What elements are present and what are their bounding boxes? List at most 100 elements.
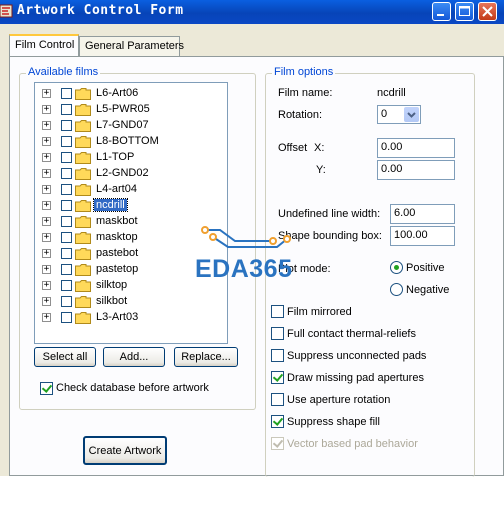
offset-label: Offset (278, 142, 308, 154)
tree-item-l7-gnd07[interactable]: + L7-GND07 (35, 118, 227, 134)
tree-item-l3-art03[interactable]: + L3-Art03 (35, 310, 227, 326)
watermark-text: EDA365 (195, 255, 293, 283)
plus-expander-icon[interactable]: + (42, 281, 51, 290)
tree-item-checkbox[interactable] (61, 152, 72, 163)
minimize-button[interactable] (432, 2, 451, 21)
tree-item-label: pastebot (96, 247, 139, 259)
dropdown-button[interactable] (404, 107, 419, 122)
rotation-select[interactable]: 0 (377, 105, 421, 124)
vector-based-pad-behavior-checkbox (271, 437, 284, 450)
rotation-label: Rotation: (278, 109, 323, 121)
title-bar[interactable]: Artwork Control Form (0, 0, 504, 24)
tree-item-label: silkbot (96, 295, 128, 307)
add-button[interactable]: Add... (103, 347, 165, 367)
folder-icon (75, 88, 91, 100)
tree-item-label: masktop (96, 231, 138, 243)
tab-general-parameters[interactable]: General Parameters (79, 36, 184, 56)
folder-icon (75, 104, 91, 116)
film-mirrored-label: Film mirrored (287, 306, 352, 318)
film-options-legend: Film options (272, 66, 336, 78)
eda365-watermark: EDA365 (195, 225, 310, 285)
close-button[interactable] (478, 2, 497, 21)
tree-item-label: L7-GND07 (96, 119, 149, 131)
maximize-icon (459, 6, 470, 16)
tree-item-l2-gnd02[interactable]: + L2-GND02 (35, 166, 227, 182)
offset-y-label: Y: (316, 164, 326, 176)
undefined-line-width-input[interactable]: 6.00 (390, 204, 455, 224)
plus-expander-icon[interactable]: + (42, 153, 51, 162)
plus-expander-icon[interactable]: + (42, 297, 51, 306)
plus-expander-icon[interactable]: + (42, 121, 51, 130)
folder-icon (75, 312, 91, 324)
plot-mode-negative-label: Negative (406, 284, 450, 296)
plus-expander-icon[interactable]: + (42, 137, 51, 146)
maximize-button[interactable] (455, 2, 474, 21)
film-tree[interactable]: + L6-Art06 + L5-PWR05 + L7-GND07 + L8-BO… (34, 82, 228, 344)
use-aperture-rotation-checkbox[interactable] (271, 393, 284, 406)
tree-item-l1-top[interactable]: + L1-TOP (35, 150, 227, 166)
film-name-value: ncdrill (377, 87, 406, 99)
full-contact-thermal-reliefs-label: Full contact thermal-reliefs (287, 328, 416, 340)
film-mirrored-checkbox[interactable] (271, 305, 284, 318)
tree-item-l5-pwr05[interactable]: + L5-PWR05 (35, 102, 227, 118)
tree-item-label: L5-PWR05 (96, 103, 150, 115)
plus-expander-icon[interactable]: + (42, 313, 51, 322)
tree-item-checkbox[interactable] (61, 184, 72, 195)
folder-icon (75, 280, 91, 292)
select-all-button[interactable]: Select all (34, 347, 96, 367)
check-database-label: Check database before artwork (56, 382, 209, 394)
plus-expander-icon[interactable]: + (42, 265, 51, 274)
offset-x-input[interactable]: 0.00 (377, 138, 455, 158)
plot-mode-positive-label: Positive (406, 262, 445, 274)
offset-x-label: X: (314, 142, 325, 154)
suppress-unconnected-pads-label: Suppress unconnected pads (287, 350, 427, 362)
available-films-legend: Available films (26, 66, 101, 78)
replace-button[interactable]: Replace... (174, 347, 238, 367)
tab-film-control[interactable]: Film Control (9, 34, 79, 56)
plus-expander-icon[interactable]: + (42, 169, 51, 178)
tree-item-l4-art04[interactable]: + L4-art04 (35, 182, 227, 198)
tree-item-checkbox[interactable] (61, 248, 72, 259)
circuit-trace-logo (201, 226, 291, 248)
plus-expander-icon[interactable]: + (42, 233, 51, 242)
tree-item-checkbox[interactable] (61, 88, 72, 99)
vector-based-pad-behavior-label: Vector based pad behavior (287, 438, 418, 450)
tree-item-checkbox[interactable] (61, 264, 72, 275)
tree-item-silkbot[interactable]: + silkbot (35, 294, 227, 310)
tree-item-label-selected: ncdrill (93, 198, 128, 212)
tree-item-checkbox[interactable] (61, 136, 72, 147)
shape-bounding-box-input[interactable]: 100.00 (390, 226, 455, 246)
suppress-unconnected-pads-checkbox[interactable] (271, 349, 284, 362)
tree-item-checkbox[interactable] (61, 168, 72, 179)
folder-icon (75, 248, 91, 260)
check-database-checkbox[interactable] (40, 382, 53, 395)
draw-missing-pad-apertures-checkbox[interactable] (271, 371, 284, 384)
plus-expander-icon[interactable]: + (42, 89, 51, 98)
plus-expander-icon[interactable]: + (42, 201, 51, 210)
tree-item-checkbox[interactable] (61, 280, 72, 291)
plus-expander-icon[interactable]: + (42, 217, 51, 226)
tree-item-checkbox[interactable] (61, 216, 72, 227)
plot-mode-positive-radio[interactable] (390, 261, 403, 274)
tree-item-checkbox[interactable] (61, 104, 72, 115)
folder-icon (75, 184, 91, 196)
suppress-shape-fill-checkbox[interactable] (271, 415, 284, 428)
plus-expander-icon[interactable]: + (42, 185, 51, 194)
folder-icon (75, 136, 91, 148)
tree-item-l6-art06[interactable]: + L6-Art06 (35, 86, 227, 102)
tree-item-checkbox[interactable] (61, 200, 72, 211)
create-artwork-button[interactable]: Create Artwork (83, 436, 167, 465)
tree-item-checkbox[interactable] (61, 296, 72, 307)
tree-item-checkbox[interactable] (61, 312, 72, 323)
tree-item-ncdrill[interactable]: + ncdrill (35, 198, 227, 214)
tree-item-checkbox[interactable] (61, 120, 72, 131)
tree-item-l8-bottom[interactable]: + L8-BOTTOM (35, 134, 227, 150)
plot-mode-negative-radio[interactable] (390, 283, 403, 296)
tree-item-checkbox[interactable] (61, 232, 72, 243)
tree-item-label: maskbot (96, 215, 138, 227)
plus-expander-icon[interactable]: + (42, 105, 51, 114)
plus-expander-icon[interactable]: + (42, 249, 51, 258)
full-contact-thermal-reliefs-checkbox[interactable] (271, 327, 284, 340)
minimize-icon (437, 14, 444, 16)
offset-y-input[interactable]: 0.00 (377, 160, 455, 180)
